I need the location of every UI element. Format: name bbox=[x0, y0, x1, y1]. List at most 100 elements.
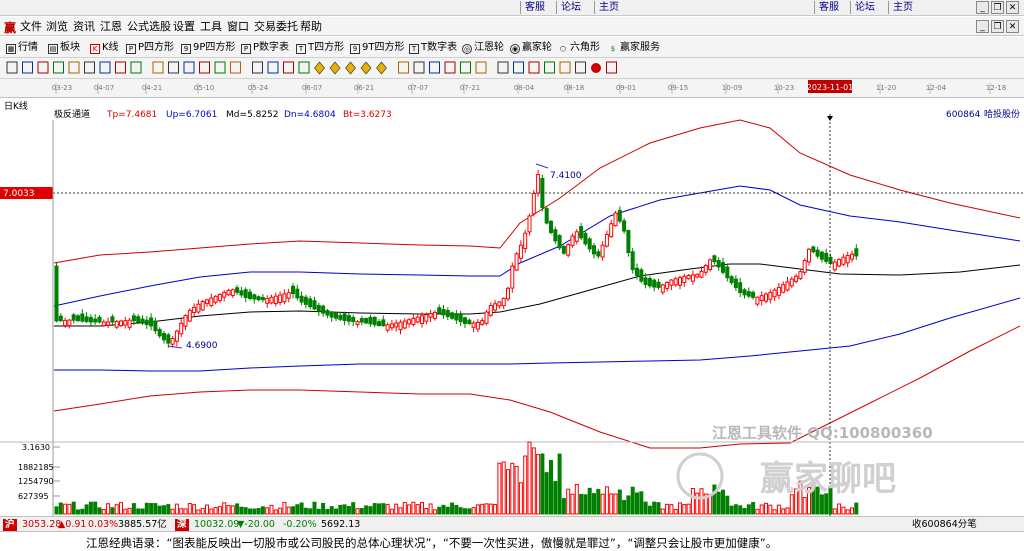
first-icon[interactable] bbox=[152, 61, 164, 74]
menu-browse[interactable]: 浏览 bbox=[46, 20, 68, 33]
menu-tools[interactable]: 工具 bbox=[200, 20, 222, 33]
sh-index-pct: 0.03% bbox=[88, 519, 119, 530]
gear-icon[interactable] bbox=[475, 61, 487, 74]
kline-svg[interactable]: 日K线极反通道 Tp=7.4681 Up=6.7061 Md=5.8252 Dn=4.6… bbox=[0, 98, 1024, 516]
next-icon[interactable] bbox=[214, 61, 226, 74]
table-d-icon[interactable] bbox=[544, 61, 555, 74]
volume-bar bbox=[768, 504, 773, 515]
cursor-icon[interactable] bbox=[6, 61, 18, 74]
left-icon[interactable] bbox=[283, 61, 294, 74]
diamond-b-icon[interactable] bbox=[329, 61, 341, 75]
tool-p-square[interactable]: P P四方形 bbox=[126, 41, 174, 54]
chart-c-icon[interactable] bbox=[68, 61, 80, 74]
zoom-icon[interactable] bbox=[22, 61, 33, 74]
child-close-icon[interactable]: ✕ bbox=[1006, 20, 1019, 33]
tool-t-square[interactable]: T T四方形 bbox=[296, 41, 344, 54]
tool-p-table[interactable]: P P数字表 bbox=[241, 41, 289, 54]
candle bbox=[205, 298, 209, 307]
tool-9p-square[interactable]: 9 9P四方形 bbox=[181, 41, 235, 54]
table-c-icon[interactable] bbox=[528, 61, 540, 74]
table-a-icon[interactable] bbox=[497, 61, 509, 74]
text-icon[interactable] bbox=[444, 61, 456, 74]
child-restore-icon[interactable]: ❐ bbox=[991, 20, 1004, 33]
volume-bar bbox=[716, 491, 721, 515]
flag-icon[interactable] bbox=[130, 61, 142, 74]
last-icon[interactable] bbox=[230, 61, 241, 74]
cross-icon[interactable] bbox=[413, 61, 425, 74]
menu-trade[interactable]: 交易委托 bbox=[254, 20, 298, 33]
doc-icon[interactable] bbox=[460, 61, 471, 74]
candle bbox=[751, 290, 756, 300]
tool-gann-wheel[interactable]: ◎ 江恩轮 bbox=[462, 41, 504, 54]
table-e-icon[interactable] bbox=[559, 61, 571, 74]
volume-bar bbox=[205, 504, 209, 515]
chart-a-icon[interactable] bbox=[37, 61, 49, 74]
loop-icon[interactable] bbox=[606, 61, 617, 74]
plus-icon[interactable] bbox=[429, 61, 440, 74]
diamond-a-icon[interactable] bbox=[314, 61, 325, 75]
link-service-right[interactable]: 客服 bbox=[814, 1, 843, 14]
up-icon[interactable] bbox=[252, 61, 263, 74]
diamond-e-icon[interactable] bbox=[376, 61, 387, 75]
top-strip: 客服 论坛 主页 客服 论坛 主页 _ ❐ ✕ bbox=[0, 0, 1024, 16]
menu-help[interactable]: 帮助 bbox=[300, 20, 322, 33]
volume-bar bbox=[733, 504, 738, 515]
menu-window[interactable]: 窗口 bbox=[227, 20, 249, 33]
candle bbox=[282, 289, 287, 305]
menu-settings[interactable]: 设置 bbox=[173, 20, 195, 33]
kline-chart[interactable]: 日K线 极反通道 Tp=7.4681 Up=6.7061 Md=5.8252 Dn=4.6… bbox=[0, 98, 1024, 516]
down-icon[interactable] bbox=[267, 61, 279, 74]
right-icon[interactable] bbox=[298, 61, 310, 74]
link-home-right[interactable]: 主页 bbox=[888, 1, 917, 14]
tool-winner-service[interactable]: $ 赢家服务 bbox=[608, 41, 660, 55]
volume-bar bbox=[368, 506, 373, 515]
close-icon[interactable]: ✕ bbox=[1006, 1, 1019, 14]
link-forum-left[interactable]: 论坛 bbox=[556, 1, 585, 14]
volume-bar bbox=[144, 502, 149, 515]
pie-icon[interactable] bbox=[591, 63, 601, 73]
volume-bar bbox=[604, 486, 609, 515]
chart-e-icon[interactable] bbox=[99, 61, 111, 74]
hand-icon[interactable] bbox=[398, 61, 409, 74]
volume-bar bbox=[665, 503, 670, 515]
link-service-left[interactable]: 客服 bbox=[520, 1, 549, 14]
menu-formula[interactable]: 公式选股 bbox=[127, 20, 171, 33]
diamond-d-icon[interactable] bbox=[360, 61, 372, 75]
drawing-tool-icons[interactable] bbox=[0, 58, 1024, 79]
diamond-c-icon[interactable] bbox=[345, 61, 356, 75]
forward-icon[interactable] bbox=[199, 61, 210, 74]
candle bbox=[441, 305, 446, 319]
prev-icon[interactable] bbox=[168, 61, 179, 74]
child-minimize-icon[interactable]: _ bbox=[976, 20, 989, 33]
candle bbox=[200, 299, 205, 311]
link-home-left[interactable]: 主页 bbox=[594, 1, 623, 14]
menu-news[interactable]: 资讯 bbox=[73, 20, 95, 33]
table-f-icon[interactable] bbox=[575, 61, 586, 74]
volume-bar bbox=[609, 493, 614, 515]
minimize-icon[interactable]: _ bbox=[976, 1, 989, 14]
chart-b-icon[interactable] bbox=[53, 61, 64, 74]
volume-bar bbox=[514, 466, 519, 515]
chart-d-icon[interactable] bbox=[84, 61, 95, 74]
tool-quotes[interactable]: ▦ 行情 bbox=[6, 41, 38, 54]
restore-icon[interactable]: ❐ bbox=[991, 1, 1004, 14]
tool-t-table[interactable]: T T数字表 bbox=[409, 41, 457, 54]
table-b-icon[interactable] bbox=[513, 61, 524, 74]
tool-9t-square[interactable]: 9 9T四方形 bbox=[350, 41, 404, 54]
tool-sectors[interactable]: ▤ 板块 bbox=[48, 41, 80, 54]
menu-file[interactable]: 文件 bbox=[20, 20, 42, 33]
candle bbox=[377, 319, 381, 327]
candle bbox=[334, 311, 338, 321]
candle bbox=[695, 273, 700, 279]
volume-bar bbox=[441, 504, 446, 515]
tool-winner-wheel[interactable]: ◉ 赢家轮 bbox=[510, 41, 552, 54]
chart-f-icon[interactable] bbox=[115, 61, 126, 74]
tool-kline[interactable]: K K线 bbox=[90, 41, 119, 54]
volume-bar bbox=[458, 507, 463, 515]
link-forum-right[interactable]: 论坛 bbox=[850, 1, 879, 14]
menu-gann[interactable]: 江恩 bbox=[100, 20, 122, 33]
tool-hexagon[interactable]: ⬡ 六角形 bbox=[558, 41, 600, 55]
volume-bar bbox=[626, 495, 631, 515]
back-icon[interactable] bbox=[183, 61, 195, 74]
volume-bar bbox=[557, 453, 562, 515]
